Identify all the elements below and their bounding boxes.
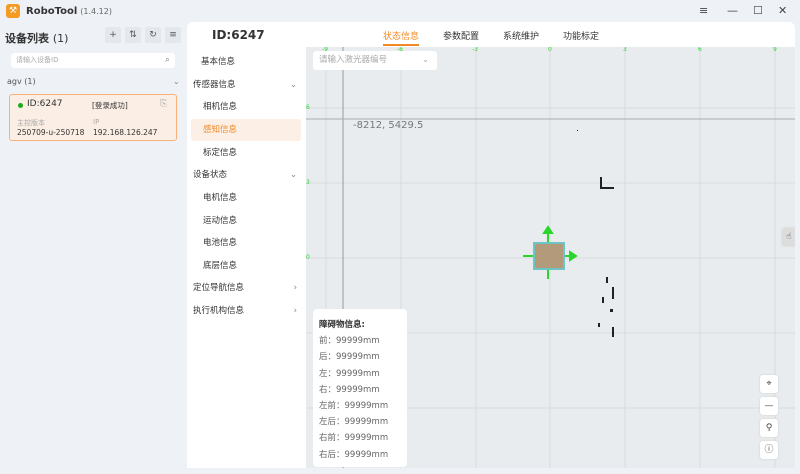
device-id: ID:6247: [27, 99, 63, 109]
obstacle-back-left: 左后：99999mm: [319, 417, 389, 428]
obstacle-front: 前：99999mm: [319, 336, 380, 347]
tab-params[interactable]: 参数配置: [443, 29, 479, 42]
menu-motor-info[interactable]: 电机信息: [191, 187, 301, 209]
chevron-down-icon: ⌄: [173, 77, 180, 86]
obstacle-back-right: 右后：99999mm: [319, 449, 389, 460]
obstacle-front-right: 右前：99999mm: [319, 433, 389, 444]
chevron-down-icon: ⌄: [289, 170, 297, 180]
y-tick: 3: [306, 179, 310, 186]
copy-icon[interactable]: ⎘: [160, 99, 167, 109]
device-count: (1): [52, 32, 69, 45]
map-canvas[interactable]: -9 -6 -3 0 3 6 9 6 3 0 请输入激光器编号 ⌄ -8212, …: [306, 47, 795, 468]
menu-lowlevel-info[interactable]: 底层信息: [191, 255, 301, 277]
group-agv[interactable]: agv (1) ⌄: [7, 77, 180, 86]
app-logo-icon: ⚒: [6, 4, 20, 18]
x-tick: 6: [698, 47, 702, 53]
menu-label: 传感器信息: [193, 80, 236, 90]
laser-select[interactable]: 请输入激光器编号 ⌄: [313, 51, 437, 70]
menu-label: 设备状态: [193, 170, 228, 180]
chevron-right-icon: ›: [293, 283, 297, 293]
obstacle-front-left: 左前：99999mm: [319, 401, 389, 412]
tab-maintenance[interactable]: 系统维护: [503, 29, 539, 42]
list-menu-button[interactable]: ≡: [165, 27, 181, 43]
device-card[interactable]: ID:6247 [登录成功] ⎘ 主控版本 IP 250709-u-250718…: [9, 94, 177, 141]
menu-icon[interactable]: ≡: [699, 4, 708, 17]
cursor-coordinates: -8212, 5429.5: [353, 120, 424, 131]
app-version: (1.4.12): [80, 6, 112, 16]
chevron-right-icon: ›: [293, 306, 297, 316]
obstacle-right: 右：99999mm: [319, 384, 380, 395]
maximize-button[interactable]: ☐: [753, 4, 763, 17]
menu-actuator-info[interactable]: 执行机构信息 ›: [191, 300, 301, 322]
group-label: agv (1): [7, 77, 36, 86]
obstacle-back: 后：99999mm: [319, 352, 380, 363]
zoom-out-button[interactable]: —: [760, 397, 778, 415]
device-search-input[interactable]: 请输入设备ID ⌕: [11, 53, 175, 68]
laser-placeholder: 请输入激光器编号: [319, 55, 388, 65]
chevron-down-icon: ⌄: [289, 80, 297, 90]
chevron-down-icon: ⌄: [421, 55, 429, 65]
obstacle-left: 左：99999mm: [319, 368, 380, 379]
menu-device-status[interactable]: 设备状态 ⌄: [191, 164, 301, 186]
menu-sensor-info[interactable]: 传感器信息 ⌄: [191, 74, 301, 96]
hand-tool-button[interactable]: ☝: [782, 228, 795, 246]
menu-perception-info[interactable]: 感知信息: [191, 119, 301, 141]
robot-marker: [533, 242, 565, 270]
close-button[interactable]: ✕: [778, 4, 787, 17]
menu-basic-info[interactable]: 基本信息: [191, 51, 301, 73]
menu-battery-info[interactable]: 电池信息: [191, 232, 301, 254]
device-sidebar: 设备列表 (1) + ⇅ ↻ ≡ 请输入设备ID ⌕ agv (1) ⌄ ID:62…: [0, 22, 186, 474]
minimize-button[interactable]: —: [727, 4, 738, 17]
robot-center-button[interactable]: ⚲: [760, 419, 778, 437]
ip-value: 192.168.126.247: [93, 128, 158, 137]
locate-button[interactable]: ⌖: [760, 375, 778, 393]
search-placeholder: 请输入设备ID: [16, 56, 59, 64]
device-status: [登录成功]: [92, 101, 128, 110]
menu-label: 定位导航信息: [193, 283, 245, 293]
add-device-button[interactable]: +: [105, 27, 121, 43]
obstacle-info-panel: 障碍物信息: 前：99999mm 后：99999mm 左：99999mm 右：9…: [313, 309, 407, 467]
status-menu: 基本信息 传感器信息 ⌄ 相机信息 感知信息 标定信息 设备状态 ⌄ 电机信息 运动…: [187, 47, 305, 468]
x-tick: 9: [773, 47, 777, 53]
x-tick: -3: [472, 47, 478, 53]
main-panel: ID:6247 状态信息 参数配置 系统维护 功能标定 基本信息 传感器信息 ⌄ …: [187, 22, 795, 468]
sidebar-title: 设备列表: [5, 32, 49, 45]
tab-status[interactable]: 状态信息: [383, 29, 420, 46]
title-bar: ⚒ RoboTool (1.4.12) ≡ — ☐ ✕: [0, 0, 800, 22]
version-value: 250709-u-250718: [17, 128, 85, 137]
menu-calibration-info[interactable]: 标定信息: [191, 142, 301, 164]
info-button[interactable]: ⓘ: [760, 441, 778, 459]
tab-calibration[interactable]: 功能标定: [563, 29, 599, 42]
app-title: RoboTool: [26, 5, 78, 17]
online-status-dot: [18, 103, 23, 108]
obstacle-title: 障碍物信息:: [319, 320, 365, 330]
menu-label: 执行机构信息: [193, 306, 245, 316]
refresh-button[interactable]: ↻: [145, 27, 161, 43]
menu-navigation-info[interactable]: 定位导航信息 ›: [191, 277, 301, 299]
menu-motion-info[interactable]: 运动信息: [191, 210, 301, 232]
header-device-id: ID:6247: [212, 28, 265, 42]
y-tick: 0: [306, 254, 310, 261]
menu-camera-info[interactable]: 相机信息: [191, 96, 301, 118]
version-label: 主控版本: [17, 119, 45, 127]
ip-label: IP: [93, 118, 100, 126]
search-icon[interactable]: ⌕: [165, 53, 170, 68]
sort-button[interactable]: ⇅: [125, 27, 141, 43]
x-tick: 0: [548, 47, 552, 53]
y-tick: 6: [306, 104, 310, 111]
x-tick: 3: [623, 47, 627, 53]
